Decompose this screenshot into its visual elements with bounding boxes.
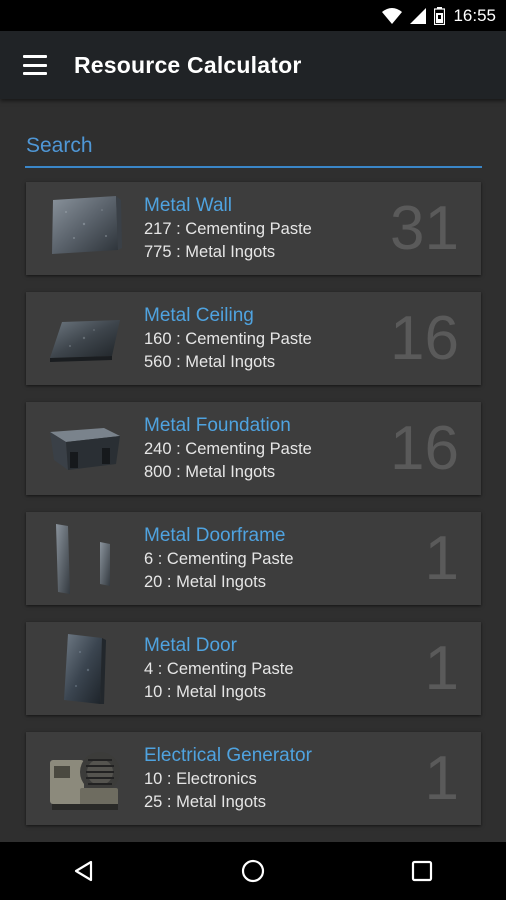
signal-icon [410, 7, 427, 24]
home-icon[interactable] [223, 842, 283, 900]
item-name: Metal Wall [144, 195, 232, 216]
item-count: 16 [390, 414, 459, 483]
list-item[interactable]: Metal Ceiling 160 : Cementing Paste 560 … [26, 292, 481, 385]
item-name: Electrical Generator [144, 745, 312, 766]
back-icon[interactable] [54, 842, 114, 900]
item-requirement: 10 : Electronics [144, 770, 257, 788]
item-requirement: 217 : Cementing Paste [144, 220, 312, 238]
item-count: 1 [424, 634, 459, 703]
list-item[interactable]: Electrical Generator 10 : Electronics 25… [26, 732, 481, 825]
recents-icon[interactable] [392, 842, 452, 900]
wifi-icon [382, 7, 403, 24]
item-requirement: 10 : Metal Ingots [144, 683, 266, 701]
item-requirement: 775 : Metal Ingots [144, 243, 276, 261]
item-requirement: 4 : Cementing Paste [144, 660, 294, 678]
metal-foundation-icon [44, 412, 126, 484]
status-time: 16:55 [453, 5, 496, 25]
list-item[interactable]: Metal Foundation 240 : Cementing Paste 8… [26, 402, 481, 495]
search-field [25, 128, 483, 168]
item-count: 31 [390, 194, 459, 263]
item-name: Metal Foundation [144, 415, 291, 436]
app-title: Resource Calculator [74, 51, 302, 78]
status-bar: 16:55 [0, 0, 506, 31]
item-requirement: 20 : Metal Ingots [144, 573, 266, 591]
item-requirement: 800 : Metal Ingots [144, 463, 276, 481]
item-requirement: 560 : Metal Ingots [144, 353, 276, 371]
item-requirement: 25 : Metal Ingots [144, 793, 266, 811]
list-item[interactable]: Metal Door 4 : Cementing Paste 10 : Meta… [26, 622, 481, 715]
item-requirement: 6 : Cementing Paste [144, 550, 294, 568]
metal-ceiling-icon [44, 302, 126, 374]
item-name: Metal Doorframe [144, 525, 286, 546]
electrical-generator-icon [44, 742, 126, 814]
item-name: Metal Ceiling [144, 305, 254, 326]
item-count: 1 [424, 524, 459, 593]
metal-doorframe-icon [44, 522, 126, 594]
item-count: 1 [424, 744, 459, 813]
battery-icon [434, 6, 446, 25]
item-requirement: 160 : Cementing Paste [144, 330, 312, 348]
list-item[interactable]: Metal Doorframe 6 : Cementing Paste 20 :… [26, 512, 481, 605]
search-input[interactable] [25, 128, 483, 164]
metal-door-icon [44, 632, 126, 704]
hamburger-menu-icon[interactable] [23, 55, 47, 75]
list-item[interactable]: Metal Wall 217 : Cementing Paste 775 : M… [26, 182, 481, 275]
item-requirement: 240 : Cementing Paste [144, 440, 312, 458]
metal-wall-icon [44, 192, 126, 264]
item-count: 16 [390, 304, 459, 373]
app-bar: Resource Calculator [0, 31, 506, 99]
resource-list: Metal Wall 217 : Cementing Paste 775 : M… [26, 182, 481, 842]
navigation-bar [0, 842, 506, 900]
item-name: Metal Door [144, 635, 237, 656]
